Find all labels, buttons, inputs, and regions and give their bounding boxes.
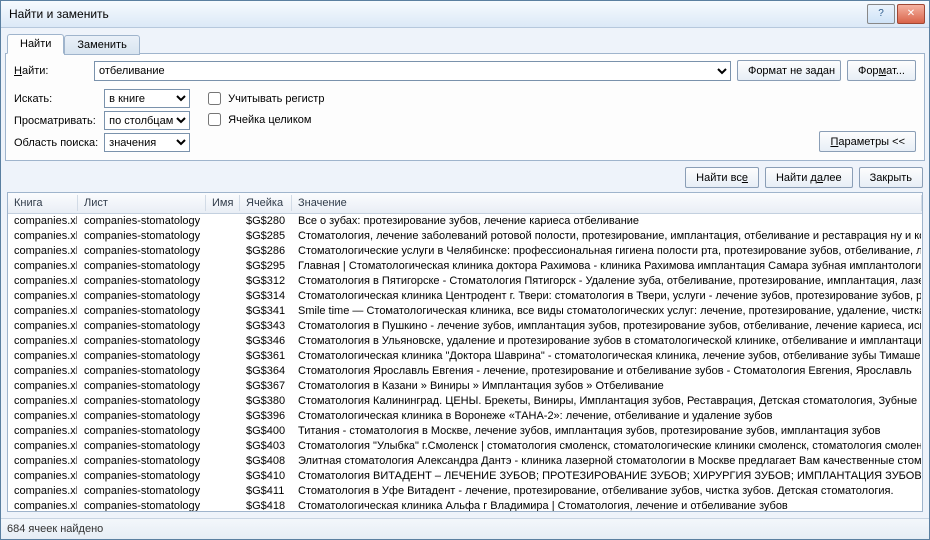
tab-find-label: Найти [20, 38, 51, 50]
status-text: 684 ячеек найдено [7, 523, 103, 535]
table-row[interactable]: companies.xlsxcompanies-stomatology$G$41… [8, 499, 922, 511]
results-grid: Книга Лист Имя Ячейка Значение companies… [7, 192, 923, 512]
results-header[interactable]: Книга Лист Имя Ячейка Значение [8, 193, 922, 214]
results-body[interactable]: companies.xlsxcompanies-stomatology$G$28… [8, 214, 922, 511]
col-book[interactable]: Книга [8, 195, 78, 211]
tab-replace-label: Заменить [77, 39, 126, 51]
whole-cell-checkbox[interactable]: Ячейка целиком [204, 110, 324, 129]
col-sheet[interactable]: Лист [78, 195, 206, 211]
look-by-label: Просматривать: [14, 115, 98, 127]
find-all-button[interactable]: Найти все [685, 167, 759, 188]
tab-strip: Найти Заменить [5, 32, 925, 54]
format-state-button[interactable]: Формат не задан [737, 60, 841, 81]
search-options: Искать: в книге Просматривать: по столбц… [14, 89, 190, 152]
options-toggle-button[interactable]: Параметры << [819, 131, 916, 152]
window-buttons: ? ✕ [867, 4, 925, 24]
find-replace-window: Найти и заменить ? ✕ Найти Заменить Найт… [0, 0, 930, 540]
window-close-button[interactable]: ✕ [897, 4, 925, 24]
content: Найти Заменить Найти: отбеливание Формат… [1, 28, 929, 518]
find-input[interactable]: отбеливание [94, 61, 731, 81]
titlebar[interactable]: Найти и заменить ? ✕ [1, 1, 929, 28]
find-next-button[interactable]: Найти далее [765, 167, 853, 188]
search-in-select[interactable]: в книге [104, 89, 190, 108]
tab-replace[interactable]: Заменить [64, 35, 139, 55]
match-case-checkbox[interactable]: Учитывать регистр [204, 89, 324, 108]
format-button[interactable]: Формат... [847, 60, 916, 81]
tab-find[interactable]: Найти [7, 34, 64, 54]
look-by-select[interactable]: по столбцам [104, 111, 190, 130]
status-bar: 684 ячеек найдено [1, 518, 929, 539]
look-in-select[interactable]: значения [104, 133, 190, 152]
search-in-label: Искать: [14, 93, 98, 105]
look-in-label: Область поиска: [14, 137, 98, 149]
help-button[interactable]: ? [867, 4, 895, 24]
window-title: Найти и заменить [5, 7, 867, 21]
action-bar: Найти все Найти далее Закрыть [5, 161, 925, 192]
col-value[interactable]: Значение [292, 195, 922, 211]
col-cell[interactable]: Ячейка [240, 195, 292, 211]
col-name[interactable]: Имя [206, 195, 240, 211]
close-button[interactable]: Закрыть [859, 167, 923, 188]
find-panel: Найти: отбеливание Формат не задан Форма… [5, 53, 925, 161]
